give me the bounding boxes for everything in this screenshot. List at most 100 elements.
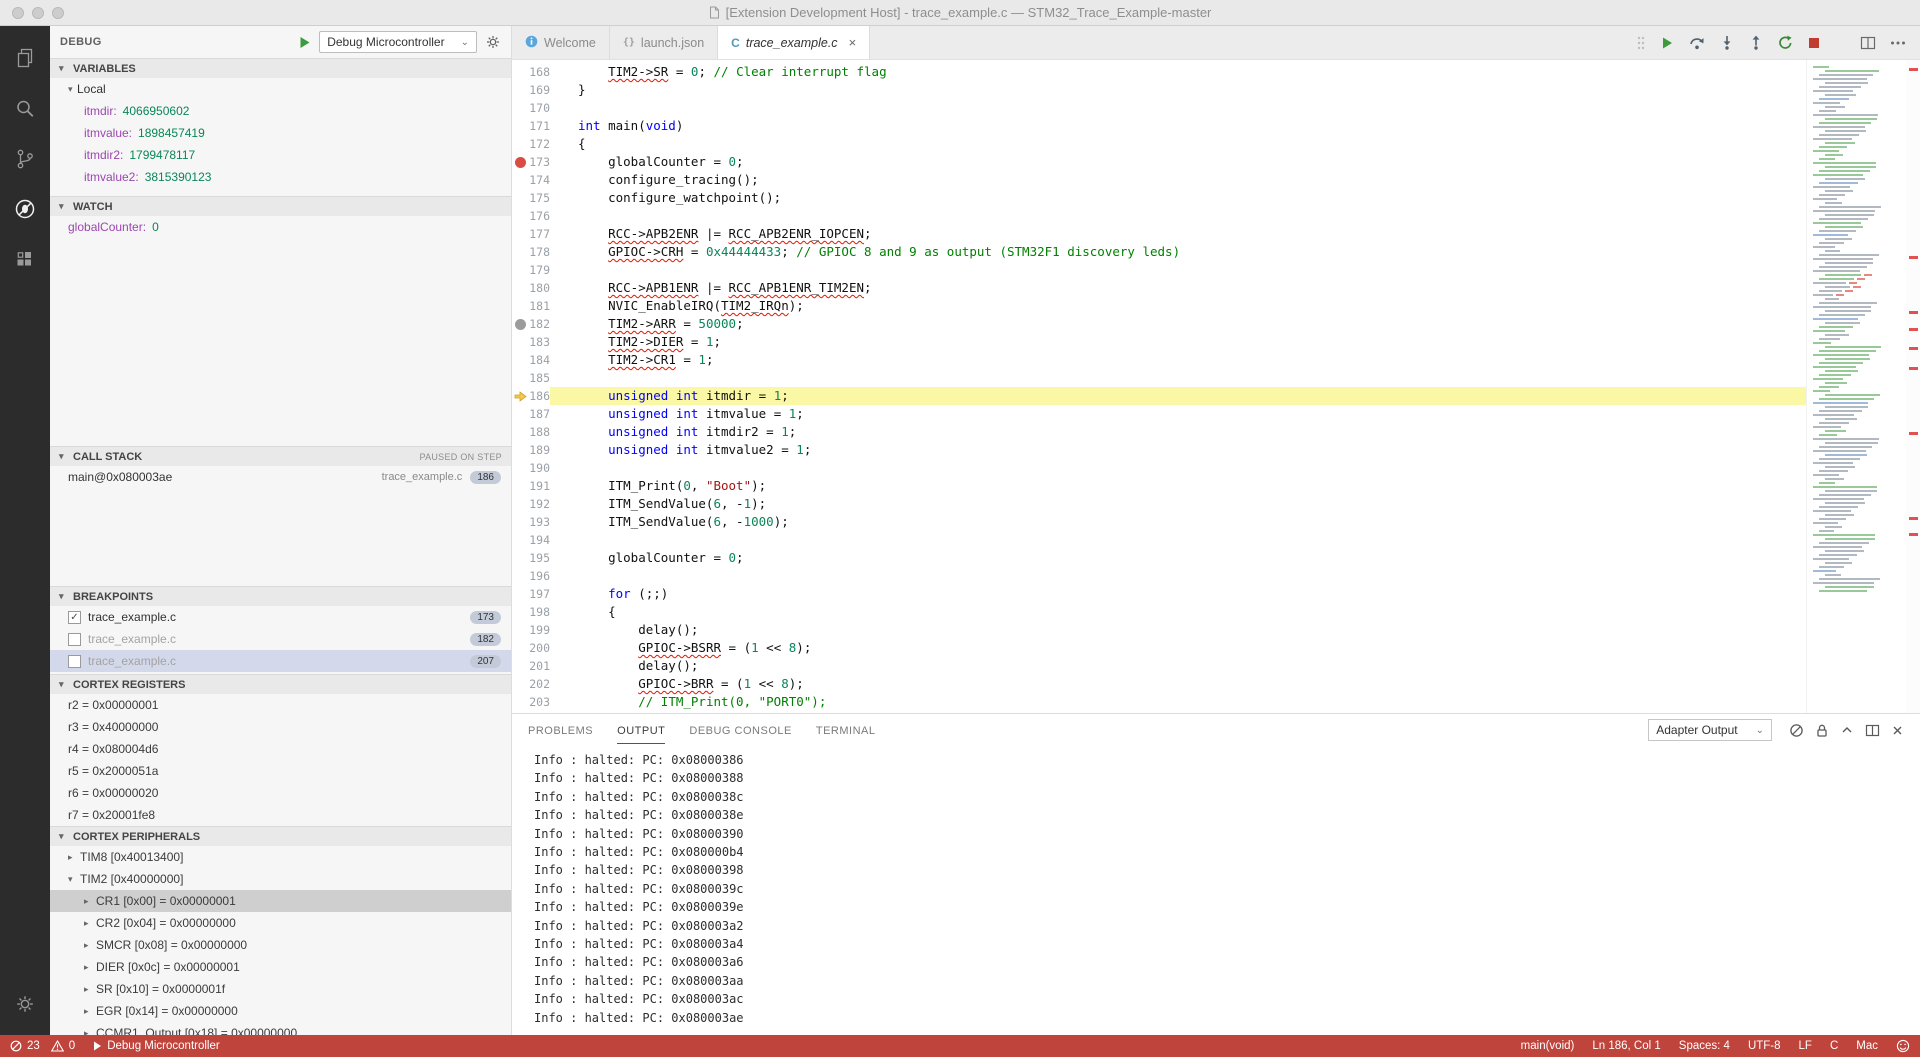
breakpoints-section-header[interactable]: ▾ BREAKPOINTS — [50, 586, 511, 606]
breakpoint-gutter[interactable] — [512, 495, 528, 513]
code-text[interactable] — [578, 459, 1806, 477]
explorer-icon[interactable] — [0, 34, 50, 84]
output-channel-select[interactable]: Adapter Output ⌄ — [1648, 719, 1772, 741]
code-line[interactable]: 198 { — [512, 603, 1806, 621]
code-line[interactable]: 187 unsigned int itmvalue = 1; — [512, 405, 1806, 423]
feedback-smiley-icon[interactable] — [1896, 1039, 1910, 1053]
breakpoint-gutter[interactable] — [512, 63, 528, 81]
code-line[interactable]: 171int main(void) — [512, 117, 1806, 135]
code-text[interactable]: GPIOC->CRH = 0x44444433; // GPIOC 8 and … — [578, 243, 1806, 261]
breakpoint-gutter[interactable] — [512, 477, 528, 495]
peripheral-row[interactable]: ▸CCMR1_Output [0x18] = 0x00000000 — [50, 1022, 511, 1035]
variables-scope-row[interactable]: ▾Local — [50, 78, 511, 100]
code-line[interactable]: 180 RCC->APB1ENR |= RCC_APB1ENR_TIM2EN; — [512, 279, 1806, 297]
code-text[interactable]: unsigned int itmdir2 = 1; — [578, 423, 1806, 441]
code-text[interactable]: unsigned int itmvalue2 = 1; — [578, 441, 1806, 459]
breakpoint-gutter[interactable] — [512, 639, 528, 657]
code-line[interactable]: 196 — [512, 567, 1806, 585]
code-line[interactable]: 189 unsigned int itmvalue2 = 1; — [512, 441, 1806, 459]
code-line[interactable]: 185 — [512, 369, 1806, 387]
code-line[interactable]: 191 ITM_Print(0, "Boot"); — [512, 477, 1806, 495]
code-text[interactable]: GPIOC->BRR = (1 << 8); — [578, 675, 1806, 693]
variable-row[interactable]: itmvalue:1898457419 — [50, 122, 511, 144]
status-item[interactable]: C — [1830, 1040, 1838, 1052]
panel-tab-terminal[interactable]: TERMINAL — [816, 717, 876, 744]
debug-status[interactable]: Debug Microcontroller — [93, 1040, 220, 1052]
step-over-button[interactable] — [1689, 35, 1705, 50]
code-line[interactable]: 170 — [512, 99, 1806, 117]
peripheral-row[interactable]: ▸SR [0x10] = 0x0000001f — [50, 978, 511, 1000]
peripheral-row[interactable]: ▸CR1 [0x00] = 0x00000001 — [50, 890, 511, 912]
split-editor-icon[interactable] — [1860, 36, 1876, 50]
chevron-right-icon[interactable]: ▸ — [68, 852, 77, 863]
register-row[interactable]: r4 = 0x080004d6 — [50, 738, 511, 760]
step-out-button[interactable] — [1749, 35, 1763, 50]
code-text[interactable]: TIM2->ARR = 50000; — [578, 315, 1806, 333]
code-line[interactable]: 197 for (;;) — [512, 585, 1806, 603]
minimap[interactable] — [1806, 60, 1906, 713]
extensions-icon[interactable] — [0, 234, 50, 284]
code-text[interactable]: { — [578, 603, 1806, 621]
code-text[interactable]: delay(); — [578, 657, 1806, 675]
code-text[interactable]: int main(void) — [578, 117, 1806, 135]
problems-status[interactable]: 23 0 — [10, 1040, 75, 1052]
code-text[interactable]: RCC->APB2ENR |= RCC_APB2ENR_IOPCEN; — [578, 225, 1806, 243]
breakpoint-gutter[interactable] — [512, 513, 528, 531]
code-line[interactable]: 178 GPIOC->CRH = 0x44444433; // GPIOC 8 … — [512, 243, 1806, 261]
code-line[interactable]: 194 — [512, 531, 1806, 549]
maximize-panel-icon[interactable] — [1840, 723, 1854, 737]
code-text[interactable]: RCC->APB1ENR |= RCC_APB1ENR_TIM2EN; — [578, 279, 1806, 297]
breakpoint-gutter[interactable] — [512, 621, 528, 639]
code-line[interactable]: 175 configure_watchpoint(); — [512, 189, 1806, 207]
code-text[interactable]: globalCounter = 0; — [578, 549, 1806, 567]
chevron-right-icon[interactable]: ▸ — [84, 962, 93, 973]
peripheral-row[interactable]: ▸EGR [0x14] = 0x00000000 — [50, 1000, 511, 1022]
code-text[interactable]: } — [578, 81, 1806, 99]
breakpoint-gutter[interactable] — [512, 279, 528, 297]
code-text[interactable]: for (;;) — [578, 585, 1806, 603]
code-line[interactable]: 202 GPIOC->BRR = (1 << 8); — [512, 675, 1806, 693]
breakpoint-gutter[interactable] — [512, 387, 528, 405]
code-line[interactable]: 177 RCC->APB2ENR |= RCC_APB2ENR_IOPCEN; — [512, 225, 1806, 243]
code-line[interactable]: 190 — [512, 459, 1806, 477]
code-text[interactable]: TIM2->DIER = 1; — [578, 333, 1806, 351]
code-line[interactable]: 176 — [512, 207, 1806, 225]
status-item[interactable]: Mac — [1856, 1040, 1878, 1052]
code-text[interactable] — [578, 207, 1806, 225]
unverified-breakpoint-icon[interactable] — [515, 319, 526, 330]
code-line[interactable]: 188 unsigned int itmdir2 = 1; — [512, 423, 1806, 441]
panel-tab-output[interactable]: OUTPUT — [617, 717, 665, 744]
breakpoint-gutter[interactable] — [512, 135, 528, 153]
breakpoint-gutter[interactable] — [512, 99, 528, 117]
code-line[interactable]: 172{ — [512, 135, 1806, 153]
split-panel-icon[interactable] — [1865, 724, 1880, 737]
peripheral-row[interactable]: ▾TIM2 [0x40000000] — [50, 868, 511, 890]
breakpoint-gutter[interactable] — [512, 693, 528, 711]
status-item[interactable]: main(void) — [1521, 1040, 1575, 1052]
stack-frame-row[interactable]: main@0x080003aetrace_example.c186 — [50, 466, 511, 488]
code-text[interactable]: globalCounter = 0; — [578, 153, 1806, 171]
tab-launch-json[interactable]: {}launch.json — [610, 26, 718, 59]
register-row[interactable]: r7 = 0x20001fe8 — [50, 804, 511, 826]
breakpoint-row[interactable]: ✓trace_example.c173 — [50, 606, 511, 628]
chevron-right-icon[interactable]: ▸ — [84, 1006, 93, 1017]
close-tab-icon[interactable]: × — [849, 35, 857, 50]
chevron-right-icon[interactable]: ▸ — [84, 918, 93, 929]
breakpoint-gutter[interactable] — [512, 315, 528, 333]
breakpoint-gutter[interactable] — [512, 351, 528, 369]
code-text[interactable]: TIM2->CR1 = 1; — [578, 351, 1806, 369]
chevron-right-icon[interactable]: ▸ — [84, 984, 93, 995]
peripheral-row[interactable]: ▸SMCR [0x08] = 0x00000000 — [50, 934, 511, 956]
breakpoint-gutter[interactable] — [512, 549, 528, 567]
code-text[interactable]: { — [578, 135, 1806, 153]
code-line[interactable]: 200 GPIOC->BSRR = (1 << 8); — [512, 639, 1806, 657]
breakpoint-checkbox[interactable] — [68, 655, 81, 668]
output-log[interactable]: Info : halted: PC: 0x08000386Info : halt… — [512, 746, 1920, 1035]
register-row[interactable]: r3 = 0x40000000 — [50, 716, 511, 738]
code-text[interactable] — [578, 369, 1806, 387]
code-text[interactable] — [578, 261, 1806, 279]
code-line[interactable]: 179 — [512, 261, 1806, 279]
code-line[interactable]: 193 ITM_SendValue(6, -1000); — [512, 513, 1806, 531]
code-editor[interactable]: 168 TIM2->SR = 0; // Clear interrupt fla… — [512, 60, 1806, 713]
source-control-icon[interactable] — [0, 134, 50, 184]
